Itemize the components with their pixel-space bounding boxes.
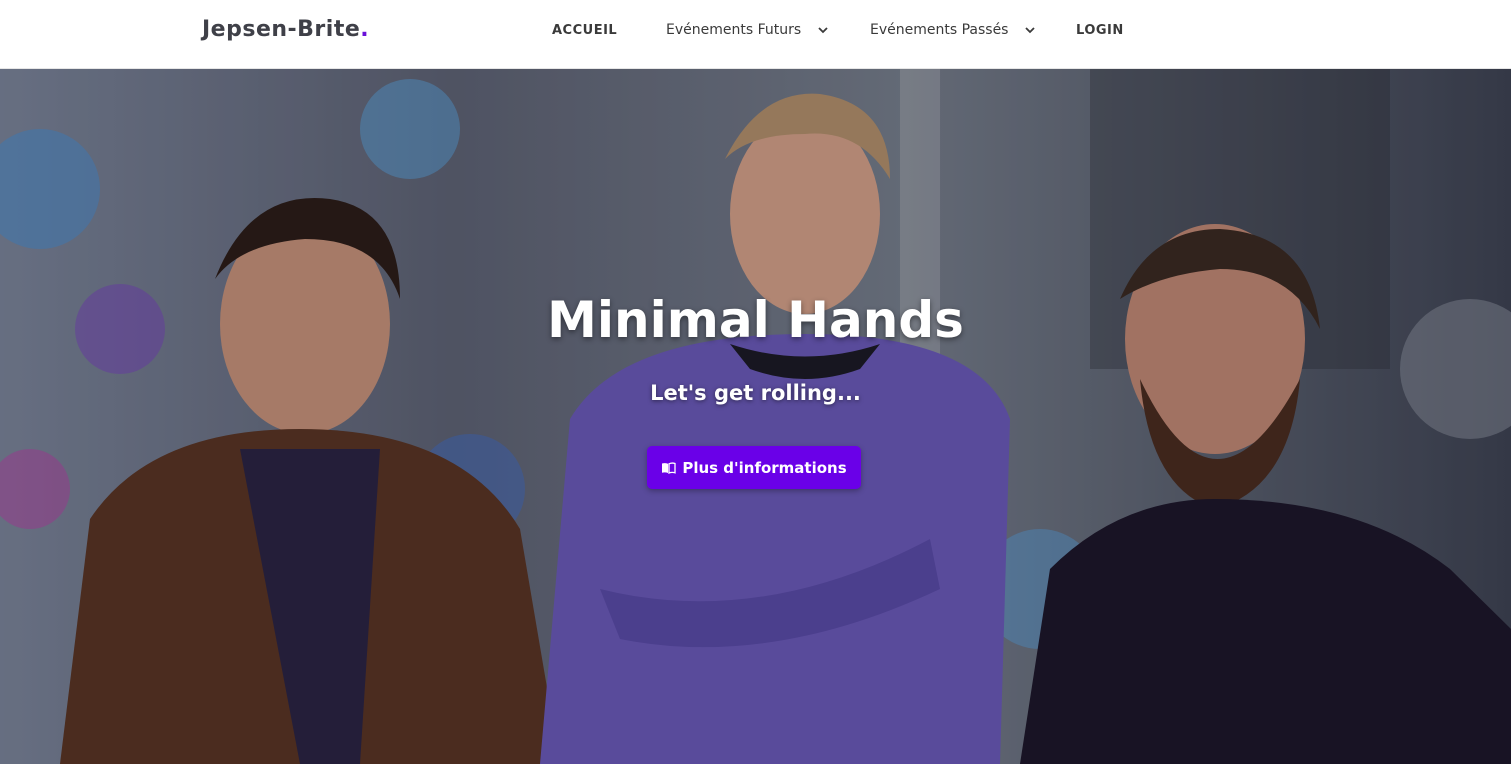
hero-subtitle: Let's get rolling... (650, 381, 861, 405)
hero-title: Minimal Hands (547, 291, 964, 349)
nav-item-evenements-futurs[interactable]: Evénements Futurs (666, 22, 828, 38)
hero-banner: Minimal Hands Let's get rolling... Plus … (0, 69, 1511, 764)
hero-overlay (0, 69, 1511, 764)
nav-item-accueil[interactable]: ACCUEIL (552, 23, 617, 38)
nav-item-label: Evénements Futurs (666, 22, 802, 38)
navbar: Jepsen-Brite. ACCUEIL Evénements Futurs … (0, 0, 1511, 69)
brand-dot: . (360, 17, 370, 42)
brand-name: Jepsen-Brite (202, 17, 361, 42)
brand-logo[interactable]: Jepsen-Brite. (202, 17, 369, 42)
more-info-button[interactable]: Plus d'informations (647, 446, 861, 489)
nav-item-evenements-passes[interactable]: Evénements Passés (870, 22, 1035, 38)
book-open-icon (661, 461, 676, 474)
nav-item-login[interactable]: LOGIN (1076, 23, 1124, 38)
nav-item-label: Evénements Passés (870, 22, 1009, 38)
chevron-down-icon (817, 26, 828, 34)
chevron-down-icon (1025, 26, 1035, 34)
more-info-button-label: Plus d'informations (682, 458, 847, 477)
